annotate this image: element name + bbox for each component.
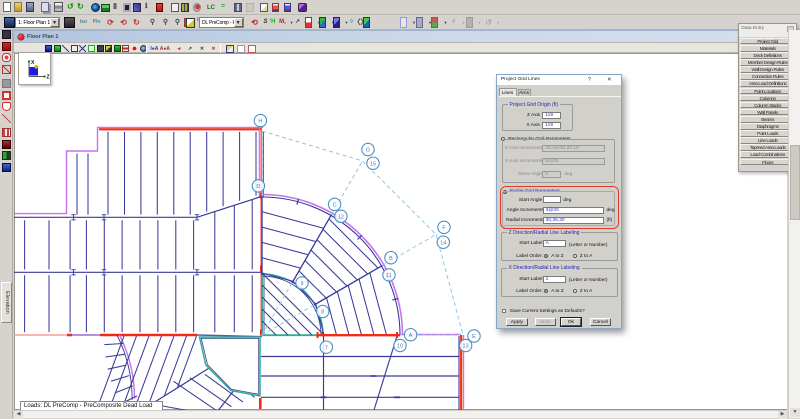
svg-text:14: 14: [440, 240, 446, 246]
svg-text:8: 8: [321, 310, 324, 316]
svg-text:E: E: [472, 334, 476, 340]
svg-text:12: 12: [338, 214, 344, 220]
svg-text:X: X: [31, 60, 35, 66]
svg-text:15: 15: [370, 161, 376, 167]
svg-text:9: 9: [300, 281, 303, 287]
svg-text:B: B: [389, 256, 393, 262]
svg-text:7: 7: [325, 345, 328, 351]
svg-text:G: G: [366, 148, 370, 154]
svg-text:13: 13: [463, 344, 469, 350]
svg-text:A: A: [409, 333, 413, 339]
svg-text:H: H: [258, 119, 262, 125]
svg-text:Z: Z: [47, 75, 50, 81]
svg-text:C: C: [333, 203, 337, 209]
svg-text:D: D: [256, 184, 260, 190]
svg-text:10: 10: [397, 344, 403, 350]
svg-text:11: 11: [386, 273, 392, 279]
